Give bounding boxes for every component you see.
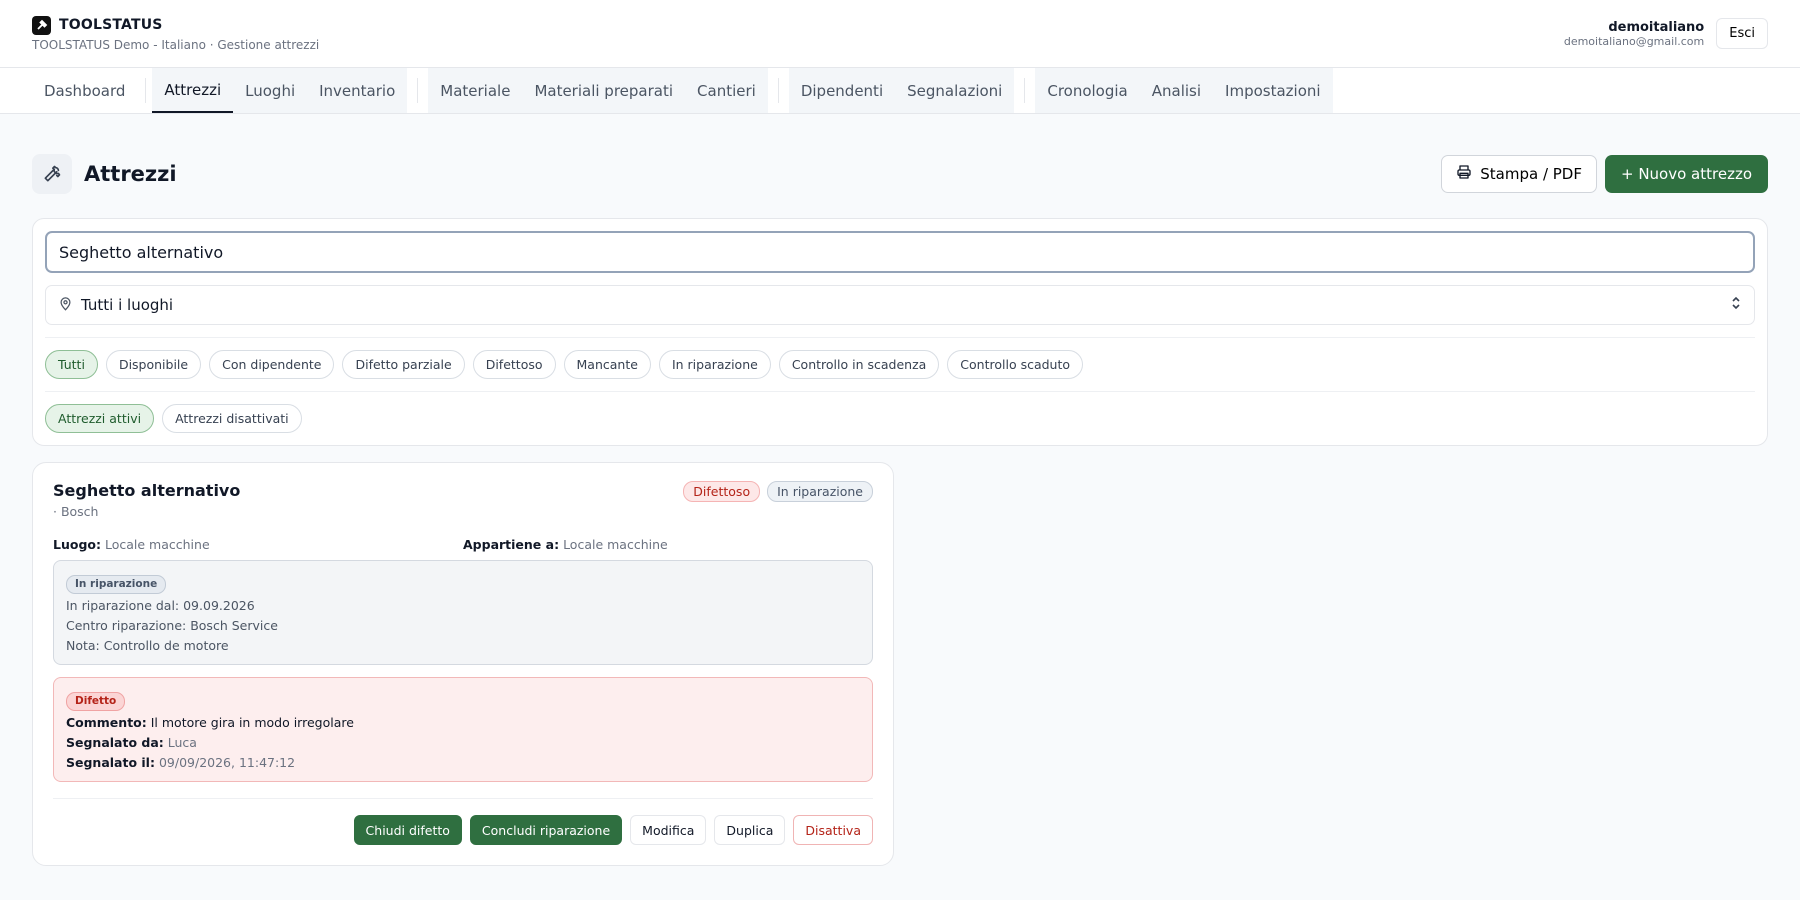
defect-badge: Difetto — [66, 692, 126, 711]
chip-tutti[interactable]: Tutti — [45, 350, 98, 379]
wrench-icon — [32, 154, 72, 194]
defect-comment: Commento: Il motore gira in modo irregol… — [66, 715, 354, 730]
brand-name: TOOLSTATUS — [59, 17, 163, 33]
main-nav: Dashboard Attrezzi Luoghi Inventario Mat… — [0, 68, 1800, 114]
top-bar: TOOLSTATUS TOOLSTATUS Demo - Italiano · … — [0, 0, 1800, 68]
nav-dipendenti[interactable]: Dipendenti — [789, 68, 895, 113]
search-input[interactable] — [45, 231, 1755, 273]
user-name: demoitaliano — [1608, 19, 1705, 35]
nav-analisi[interactable]: Analisi — [1140, 68, 1213, 113]
chip-difetto-parziale[interactable]: Difetto parziale — [342, 350, 465, 379]
chip-disponibile[interactable]: Disponibile — [105, 350, 202, 379]
chip-controllo-scaduto[interactable]: Controllo scaduto — [947, 350, 1084, 379]
tool-brand: · Bosch — [53, 504, 99, 519]
chip-attrezzi-attivi[interactable]: Attrezzi attivi — [45, 404, 155, 433]
edit-button[interactable]: Modifica — [630, 815, 707, 845]
brand-subtitle: TOOLSTATUS Demo - Italiano · Gestione at… — [32, 37, 320, 52]
tool-owner: Appartiene a: Locale macchine — [463, 537, 668, 552]
printer-icon — [1456, 164, 1472, 184]
tool-card: Seghetto alternativo · Bosch Difettoso I… — [32, 462, 894, 866]
duplicate-button[interactable]: Duplica — [714, 815, 786, 845]
hammer-logo-icon — [32, 15, 51, 35]
repair-since: In riparazione dal: 09.09.2026 — [66, 598, 255, 613]
chip-mancante[interactable]: Mancante — [563, 350, 651, 379]
defect-reported-by: Segnalato da: Luca — [66, 735, 197, 750]
nav-attrezzi[interactable]: Attrezzi — [152, 68, 234, 113]
nav-cronologia[interactable]: Cronologia — [1035, 68, 1139, 113]
location-select-value: Tutti i luoghi — [81, 296, 174, 314]
brand: TOOLSTATUS TOOLSTATUS Demo - Italiano · … — [32, 15, 320, 52]
repair-note: Nota: Controllo de motore — [66, 638, 229, 653]
repair-badge: In riparazione — [66, 575, 167, 594]
logout-button[interactable]: Esci — [1716, 18, 1768, 49]
filters-panel: Tutti i luoghi Tutti Disponibile Con dip… — [32, 218, 1768, 446]
status-filter-chips: Tutti Disponibile Con dipendente Difetto… — [45, 350, 1755, 379]
nav-materiali-preparati[interactable]: Materiali preparati — [522, 68, 685, 113]
chip-controllo-in-scadenza[interactable]: Controllo in scadenza — [778, 350, 940, 379]
chevron-up-down-icon — [1730, 296, 1742, 314]
page-title: Attrezzi — [84, 162, 177, 186]
print-label: Stampa / PDF — [1480, 165, 1582, 183]
nav-luoghi[interactable]: Luoghi — [233, 68, 307, 113]
finish-repair-button[interactable]: Concludi riparazione — [469, 815, 623, 845]
deactivate-button[interactable]: Disattiva — [793, 815, 873, 845]
chip-difettoso[interactable]: Difettoso — [472, 350, 556, 379]
status-badge-difettoso: Difettoso — [683, 481, 761, 502]
new-tool-button[interactable]: + Nuovo attrezzo — [1604, 155, 1768, 193]
status-badge-in-riparazione: In riparazione — [767, 481, 873, 502]
location-select[interactable]: Tutti i luoghi — [45, 285, 1755, 325]
location-pin-icon — [58, 296, 73, 315]
chip-in-riparazione[interactable]: In riparazione — [658, 350, 771, 379]
user-area: demoitaliano demoitaliano@gmail.com Esci — [1564, 18, 1768, 49]
scope-filter-chips: Attrezzi attivi Attrezzi disattivati — [45, 404, 1755, 433]
tool-name: Seghetto alternativo — [53, 481, 241, 500]
page-header: Attrezzi Stampa / PDF + Nuovo attrezzo — [0, 154, 1800, 194]
tool-actions: Chiudi difetto Concludi riparazione Modi… — [53, 815, 873, 845]
nav-dashboard[interactable]: Dashboard — [32, 68, 137, 113]
tool-location: Luogo: Locale macchine — [53, 537, 210, 552]
nav-segnalazioni[interactable]: Segnalazioni — [895, 68, 1014, 113]
chip-con-dipendente[interactable]: Con dipendente — [209, 350, 335, 379]
close-defect-button[interactable]: Chiudi difetto — [353, 815, 462, 845]
chip-attrezzi-disattivati[interactable]: Attrezzi disattivati — [162, 404, 302, 433]
user-email: demoitaliano@gmail.com — [1563, 34, 1705, 48]
repair-info-box: In riparazione In riparazione dal: 09.09… — [53, 560, 873, 665]
nav-inventario[interactable]: Inventario — [307, 68, 407, 113]
nav-materiale[interactable]: Materiale — [428, 68, 522, 113]
defect-info-box: Difetto Commento: Il motore gira in modo… — [53, 677, 873, 782]
print-button[interactable]: Stampa / PDF — [1441, 155, 1597, 193]
nav-cantieri[interactable]: Cantieri — [685, 68, 768, 113]
repair-center: Centro riparazione: Bosch Service — [66, 618, 278, 633]
nav-impostazioni[interactable]: Impostazioni — [1213, 68, 1333, 113]
defect-reported-at: Segnalato il: 09/09/2026, 11:47:12 — [66, 755, 296, 770]
